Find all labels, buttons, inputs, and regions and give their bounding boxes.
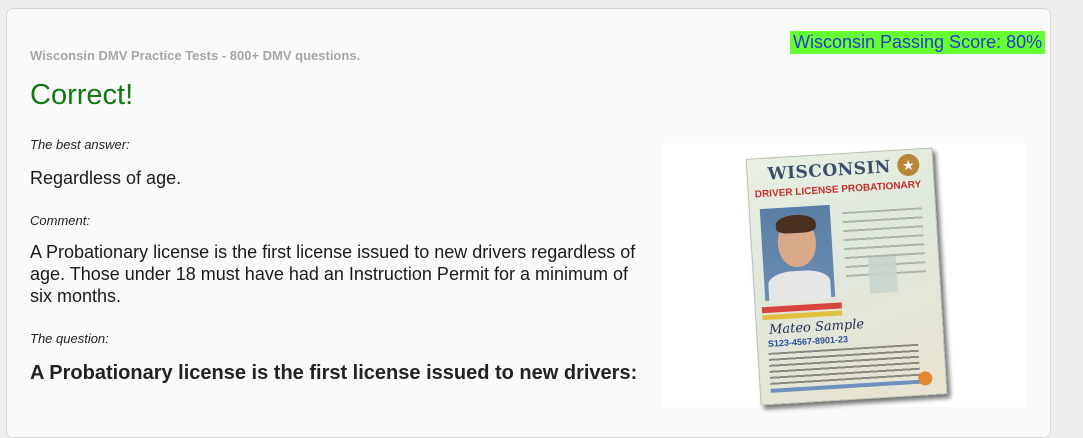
license-card-illustration: WISCONSIN ★ DRIVER LICENSE PROBATIONARY …	[745, 147, 948, 406]
comment-text: A Probationary license is the first lice…	[30, 242, 636, 306]
license-seal	[917, 370, 933, 386]
license-photo	[759, 204, 836, 303]
question-text: A Probationary license is the first lice…	[30, 362, 638, 384]
star-icon: ★	[896, 153, 920, 177]
license-signature: Mateo Sample	[768, 317, 865, 338]
best-answer-label: The best answer:	[30, 137, 130, 152]
license-state: WISCONSIN	[767, 157, 892, 185]
passing-score-badge: Wisconsin Passing Score: 80%	[790, 31, 1046, 54]
license-image: WISCONSIN ★ DRIVER LICENSE PROBATIONARY …	[663, 143, 1027, 407]
site-title: Wisconsin DMV Practice Tests - 800+ DMV …	[30, 48, 361, 63]
result-status: Correct!	[30, 79, 134, 111]
comment-label: Comment:	[30, 213, 90, 228]
question-label: The question:	[30, 331, 109, 346]
license-ghost-photo	[867, 255, 899, 294]
result-card: Wisconsin DMV Practice Tests - 800+ DMV …	[6, 8, 1051, 438]
best-answer-text: Regardless of age.	[30, 168, 182, 188]
